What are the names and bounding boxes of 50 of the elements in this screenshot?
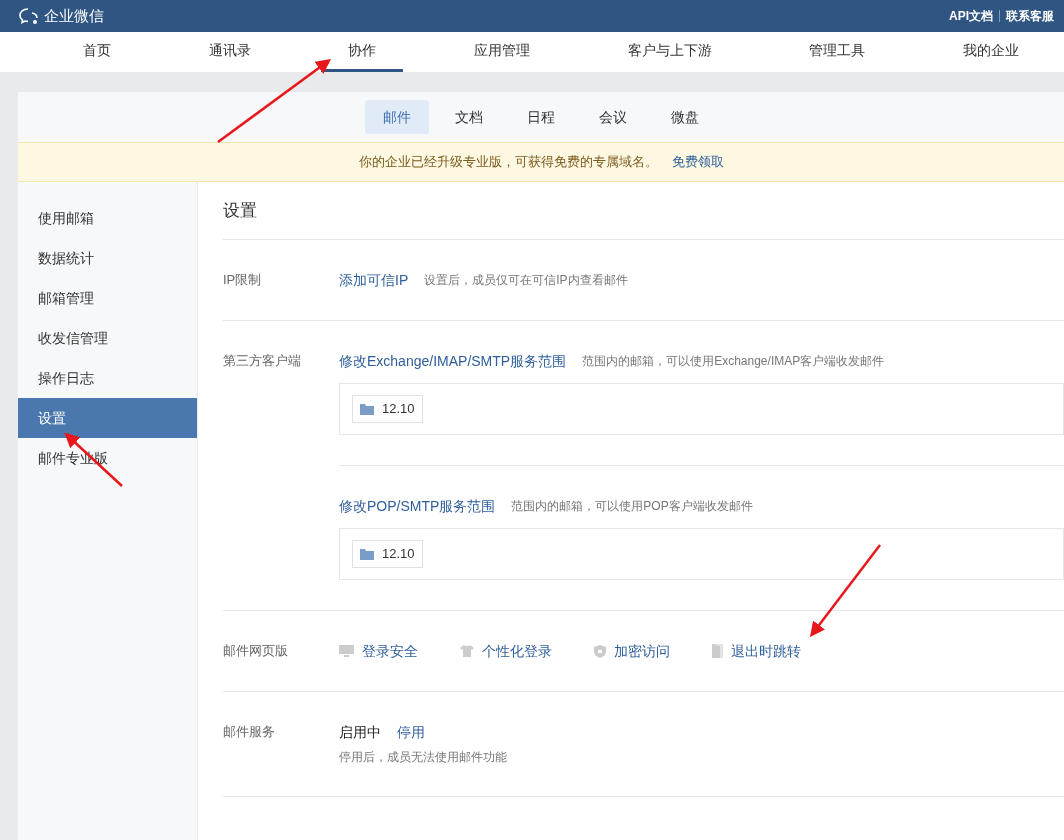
- status-text: 启用中: [339, 722, 381, 742]
- nav-tab[interactable]: 客户与上下游: [600, 32, 739, 72]
- shield-icon: [594, 644, 606, 658]
- sub-tab[interactable]: 邮件: [365, 100, 429, 134]
- sub-tab[interactable]: 文档: [437, 100, 501, 134]
- sidebar-item[interactable]: 收发信管理: [18, 318, 197, 358]
- sub-tab[interactable]: 会议: [581, 100, 645, 134]
- sidebar-item[interactable]: 邮箱管理: [18, 278, 197, 318]
- action-link[interactable]: 登录安全: [339, 640, 418, 662]
- hint-text: 范围内的邮箱，可以使用Exchange/IMAP客户端收发邮件: [582, 353, 885, 370]
- setting-label: 邮件网页版: [223, 642, 289, 660]
- setting-label: 邮件服务: [223, 723, 276, 741]
- nav-tab[interactable]: 我的企业: [935, 32, 1046, 72]
- page-title: 设置: [223, 182, 1064, 240]
- action-link[interactable]: 退出时跳转: [712, 640, 801, 662]
- setting-link[interactable]: 修改Exchange/IMAP/SMTP服务范围: [339, 350, 567, 372]
- setting-label: 第三方客户端: [223, 352, 302, 370]
- sidebar-item[interactable]: 数据统计: [18, 238, 197, 278]
- sidebar-item[interactable]: 设置: [18, 398, 197, 438]
- door-icon: [712, 644, 723, 658]
- hint-text: 停用后，成员无法使用邮件功能: [339, 749, 508, 766]
- shirt-icon: [460, 645, 474, 657]
- header-link[interactable]: 联系客服: [1006, 7, 1054, 25]
- banner-link[interactable]: 免费领取: [671, 152, 724, 172]
- setting-link[interactable]: 修改POP/SMTP服务范围: [339, 495, 496, 517]
- folder-icon: [360, 403, 374, 415]
- setting-label: IP限制: [223, 271, 263, 289]
- folder-name: 12.10: [382, 400, 415, 419]
- sidebar-item[interactable]: 操作日志: [18, 358, 197, 398]
- folder-icon: [360, 548, 374, 560]
- folder-name: 12.10: [382, 545, 415, 564]
- hint-text: 范围内的邮箱，可以使用POP客户端收发邮件: [511, 498, 753, 515]
- hint-text: 设置后，成员仅可在可信IP内查看邮件: [424, 272, 628, 289]
- nav-tab[interactable]: 首页: [56, 32, 138, 72]
- sidebar-item[interactable]: 使用邮箱: [18, 198, 197, 238]
- sub-tab[interactable]: 微盘: [653, 100, 717, 134]
- sub-tab[interactable]: 日程: [509, 100, 573, 134]
- header-link[interactable]: API文档: [949, 7, 993, 25]
- action-link[interactable]: 加密访问: [594, 640, 670, 662]
- banner-text: 你的企业已经升级专业版，可获得免费的专属域名。: [358, 153, 658, 172]
- app-title: 企业微信: [44, 5, 104, 26]
- nav-tab[interactable]: 通讯录: [181, 32, 278, 72]
- nav-tab[interactable]: 应用管理: [446, 32, 557, 72]
- nav-tab[interactable]: 管理工具: [782, 32, 893, 72]
- logo-icon: [18, 7, 40, 25]
- setting-link[interactable]: 添加可信IP: [339, 269, 409, 291]
- nav-tab[interactable]: 协作: [321, 32, 404, 72]
- monitor-icon: [339, 645, 354, 657]
- disable-link[interactable]: 停用: [397, 721, 425, 743]
- action-link[interactable]: 个性化登录: [460, 640, 552, 662]
